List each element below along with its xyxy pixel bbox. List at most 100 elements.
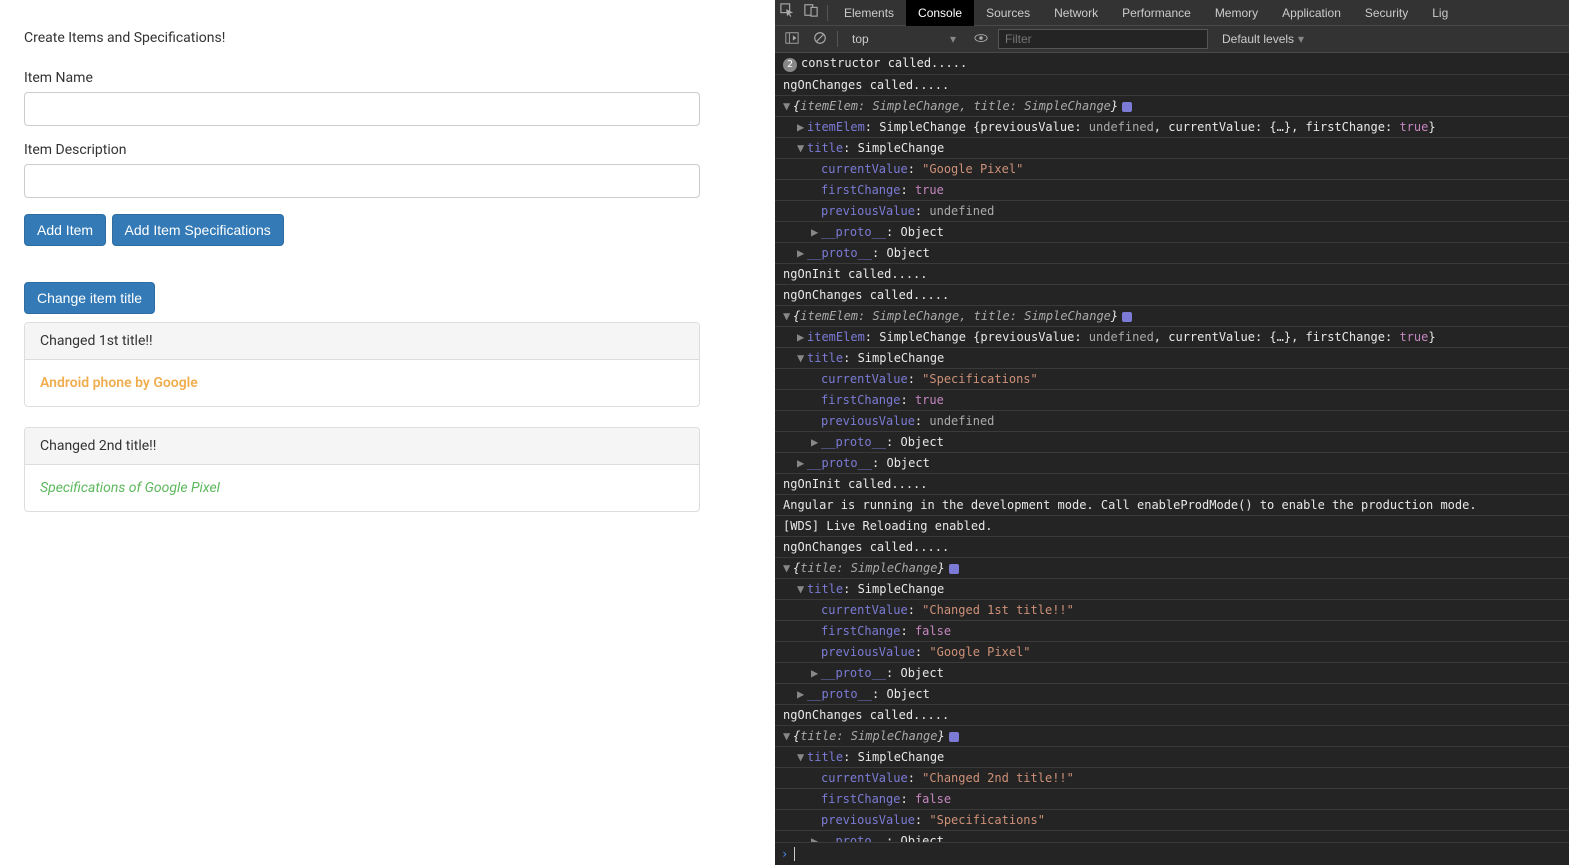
expand-arrow-icon[interactable] [811,602,821,618]
expand-arrow-icon[interactable] [811,812,821,828]
log-line[interactable]: firstChange: false [775,621,1569,642]
levels-selector[interactable]: Default levels ▾ [1214,32,1312,46]
chevron-down-icon: ▾ [1298,32,1304,46]
context-selector[interactable]: top ▾ [844,32,964,46]
inspect-icon[interactable] [775,0,799,26]
expand-arrow-icon[interactable]: ▶ [797,119,807,135]
log-line[interactable]: ▼title: SimpleChange [775,579,1569,600]
tab-performance[interactable]: Performance [1110,0,1203,26]
expand-arrow-icon[interactable] [811,392,821,408]
console-log-area[interactable]: 2constructor called.....ngOnChanges call… [775,53,1569,842]
tab-memory[interactable]: Memory [1203,0,1270,26]
expand-arrow-icon[interactable]: ▶ [797,455,807,471]
prompt-icon: › [781,847,788,861]
log-line[interactable]: currentValue: "Changed 1st title!!" [775,600,1569,621]
log-line[interactable]: ▼{itemElem: SimpleChange, title: SimpleC… [775,96,1569,117]
change-item-title-button[interactable]: Change item title [24,282,155,314]
log-line[interactable]: ngOnChanges called..... [775,537,1569,558]
log-line[interactable]: previousValue: undefined [775,411,1569,432]
log-line[interactable]: currentValue: "Changed 2nd title!!" [775,768,1569,789]
log-line[interactable]: firstChange: true [775,180,1569,201]
log-line[interactable]: previousValue: undefined [775,201,1569,222]
expand-arrow-icon[interactable]: ▼ [797,749,807,765]
tab-sources[interactable]: Sources [974,0,1042,26]
log-line[interactable]: previousValue: "Google Pixel" [775,642,1569,663]
log-line[interactable]: ▶__proto__: Object [775,222,1569,243]
log-line[interactable]: ▼{itemElem: SimpleChange, title: SimpleC… [775,306,1569,327]
object-icon [949,564,959,574]
expand-arrow-icon[interactable]: ▶ [797,329,807,345]
expand-arrow-icon[interactable]: ▶ [797,686,807,702]
expand-arrow-icon[interactable]: ▶ [811,833,821,842]
tab-lig[interactable]: Lig [1420,0,1460,26]
log-line[interactable]: ▶itemElem: SimpleChange {previousValue: … [775,117,1569,138]
log-line[interactable]: ngOnChanges called..... [775,285,1569,306]
log-line[interactable]: ngOnInit called..... [775,264,1569,285]
log-line[interactable]: ▶itemElem: SimpleChange {previousValue: … [775,327,1569,348]
tab-security[interactable]: Security [1353,0,1420,26]
panel-heading: Changed 2nd title!! [25,428,699,465]
add-item-button[interactable]: Add Item [24,214,106,246]
expand-arrow-icon[interactable] [811,623,821,639]
expand-arrow-icon[interactable] [811,791,821,807]
expand-arrow-icon[interactable]: ▼ [797,581,807,597]
log-line[interactable]: ▶__proto__: Object [775,831,1569,842]
device-toolbar-icon[interactable] [799,0,823,26]
log-line[interactable]: ▼{title: SimpleChange} [775,726,1569,747]
item-name-input[interactable] [24,92,700,126]
expand-arrow-icon[interactable]: ▼ [797,350,807,366]
item-name-group: Item Name [24,70,751,126]
log-line[interactable]: ▼title: SimpleChange [775,138,1569,159]
log-line[interactable]: Angular is running in the development mo… [775,495,1569,516]
add-item-spec-button[interactable]: Add Item Specifications [112,214,284,246]
log-line[interactable]: previousValue: "Specifications" [775,810,1569,831]
expand-arrow-icon[interactable] [811,644,821,660]
expand-arrow-icon[interactable]: ▼ [797,140,807,156]
sidebar-toggle-icon[interactable] [781,31,803,48]
log-line[interactable]: ngOnChanges called..... [775,705,1569,726]
expand-arrow-icon[interactable] [811,371,821,387]
log-line[interactable]: currentValue: "Google Pixel" [775,159,1569,180]
clear-console-icon[interactable] [809,31,831,48]
expand-arrow-icon[interactable]: ▼ [783,308,793,324]
console-input-line[interactable]: › [775,842,1569,865]
page-title: Create Items and Specifications! [24,30,751,46]
devtools-pane: ElementsConsoleSourcesNetworkPerformance… [775,0,1569,865]
expand-arrow-icon[interactable]: ▶ [811,434,821,450]
expand-arrow-icon[interactable]: ▶ [811,224,821,240]
item-desc-input[interactable] [24,164,700,198]
log-line[interactable]: ▼title: SimpleChange [775,747,1569,768]
tab-application[interactable]: Application [1270,0,1353,26]
expand-arrow-icon[interactable]: ▼ [783,728,793,744]
panel-body: Android phone by Google [25,360,699,406]
expand-arrow-icon[interactable] [811,182,821,198]
tab-network[interactable]: Network [1042,0,1110,26]
tab-console[interactable]: Console [906,0,974,26]
log-line[interactable]: ▶__proto__: Object [775,663,1569,684]
expand-arrow-icon[interactable]: ▶ [797,245,807,261]
panel: Changed 2nd title!!Specifications of Goo… [24,427,700,512]
log-line[interactable]: [WDS] Live Reloading enabled. [775,516,1569,537]
expand-arrow-icon[interactable] [811,161,821,177]
log-line[interactable]: 2constructor called..... [775,53,1569,75]
log-line[interactable]: ▶__proto__: Object [775,684,1569,705]
expand-arrow-icon[interactable] [811,770,821,786]
log-line[interactable]: firstChange: false [775,789,1569,810]
expand-arrow-icon[interactable]: ▼ [783,560,793,576]
expand-arrow-icon[interactable]: ▼ [783,98,793,114]
expand-arrow-icon[interactable] [811,203,821,219]
log-line[interactable]: ▼{title: SimpleChange} [775,558,1569,579]
log-line[interactable]: ngOnChanges called..... [775,75,1569,96]
log-line[interactable]: firstChange: true [775,390,1569,411]
expand-arrow-icon[interactable]: ▶ [811,665,821,681]
log-line[interactable]: ▶__proto__: Object [775,453,1569,474]
log-line[interactable]: ngOnInit called..... [775,474,1569,495]
log-line[interactable]: ▶__proto__: Object [775,243,1569,264]
log-line[interactable]: ▶__proto__: Object [775,432,1569,453]
eye-icon[interactable] [970,31,992,48]
log-line[interactable]: currentValue: "Specifications" [775,369,1569,390]
expand-arrow-icon[interactable] [811,413,821,429]
filter-input[interactable] [998,29,1208,49]
tab-elements[interactable]: Elements [832,0,906,26]
log-line[interactable]: ▼title: SimpleChange [775,348,1569,369]
